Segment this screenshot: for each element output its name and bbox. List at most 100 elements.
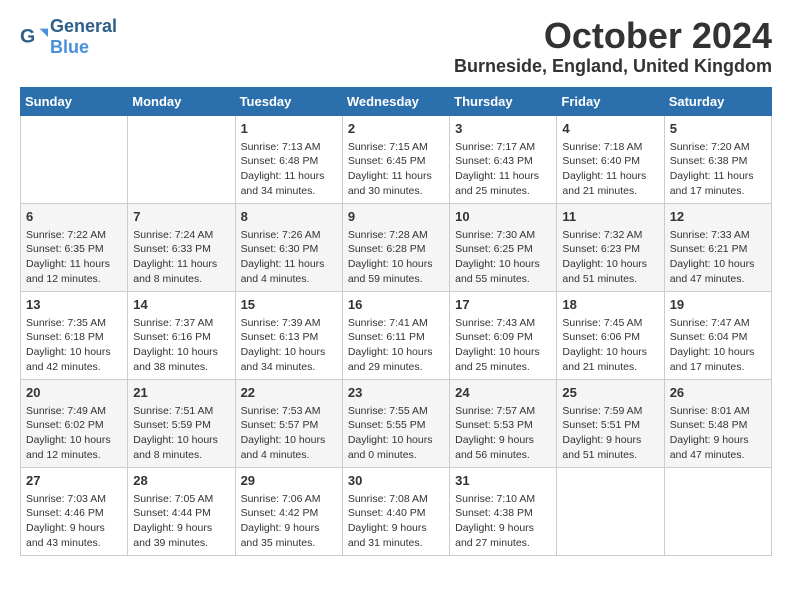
calendar-cell (557, 467, 664, 555)
calendar-cell (664, 467, 771, 555)
calendar-table: Sunday Monday Tuesday Wednesday Thursday… (20, 87, 772, 556)
day-number: 28 (133, 472, 229, 490)
calendar-cell: 22 Sunrise: 7:53 AMSunset: 5:57 PMDayligh… (235, 379, 342, 467)
day-number: 10 (455, 208, 551, 226)
day-detail: Sunrise: 7:22 AMSunset: 6:35 PMDaylight:… (26, 228, 122, 287)
location-title: Burneside, England, United Kingdom (454, 56, 772, 77)
calendar-week-row: 20 Sunrise: 7:49 AMSunset: 6:02 PMDayligh… (21, 379, 772, 467)
day-detail: Sunrise: 7:59 AMSunset: 5:51 PMDaylight:… (562, 404, 658, 463)
day-number: 25 (562, 384, 658, 402)
calendar-cell: 6 Sunrise: 7:22 AMSunset: 6:35 PMDaylight… (21, 203, 128, 291)
calendar-cell: 20 Sunrise: 7:49 AMSunset: 6:02 PMDayligh… (21, 379, 128, 467)
day-detail: Sunrise: 7:13 AMSunset: 6:48 PMDaylight:… (241, 140, 337, 199)
day-detail: Sunrise: 7:57 AMSunset: 5:53 PMDaylight:… (455, 404, 551, 463)
calendar-cell: 2 Sunrise: 7:15 AMSunset: 6:45 PMDaylight… (342, 115, 449, 203)
day-number: 12 (670, 208, 766, 226)
day-number: 3 (455, 120, 551, 138)
calendar-cell: 17Sunrise: 7:43 AMSunset: 6:09 PMDayligh… (450, 291, 557, 379)
day-detail: Sunrise: 7:43 AMSunset: 6:09 PMDaylight:… (455, 316, 551, 375)
page-header: G General Blue October 2024 Burneside, E… (20, 16, 772, 77)
day-detail: Sunrise: 7:20 AMSunset: 6:38 PMDaylight:… (670, 140, 766, 199)
calendar-cell (128, 115, 235, 203)
col-friday: Friday (557, 87, 664, 115)
day-detail: Sunrise: 7:35 AMSunset: 6:18 PMDaylight:… (26, 316, 122, 375)
day-number: 22 (241, 384, 337, 402)
day-number: 5 (670, 120, 766, 138)
calendar-cell: 28Sunrise: 7:05 AMSunset: 4:44 PMDayligh… (128, 467, 235, 555)
day-number: 1 (241, 120, 337, 138)
day-number: 8 (241, 208, 337, 226)
calendar-cell: 14Sunrise: 7:37 AMSunset: 6:16 PMDayligh… (128, 291, 235, 379)
day-number: 16 (348, 296, 444, 314)
col-thursday: Thursday (450, 87, 557, 115)
month-title: October 2024 (454, 16, 772, 56)
day-number: 23 (348, 384, 444, 402)
day-number: 14 (133, 296, 229, 314)
calendar-cell: 12 Sunrise: 7:33 AMSunset: 6:21 PMDayligh… (664, 203, 771, 291)
logo-icon: G (20, 23, 48, 51)
day-detail: Sunrise: 7:32 AMSunset: 6:23 PMDaylight:… (562, 228, 658, 287)
day-detail: Sunrise: 7:06 AMSunset: 4:42 PMDaylight:… (241, 492, 337, 551)
svg-text:G: G (20, 26, 35, 48)
day-detail: Sunrise: 7:08 AMSunset: 4:40 PMDaylight:… (348, 492, 444, 551)
day-number: 4 (562, 120, 658, 138)
day-number: 11 (562, 208, 658, 226)
calendar-cell: 4Sunrise: 7:18 AMSunset: 6:40 PMDaylight… (557, 115, 664, 203)
col-tuesday: Tuesday (235, 87, 342, 115)
day-detail: Sunrise: 7:55 AMSunset: 5:55 PMDaylight:… (348, 404, 444, 463)
day-detail: Sunrise: 7:49 AMSunset: 6:02 PMDaylight:… (26, 404, 122, 463)
day-detail: Sunrise: 8:01 AMSunset: 5:48 PMDaylight:… (670, 404, 766, 463)
col-wednesday: Wednesday (342, 87, 449, 115)
day-detail: Sunrise: 7:10 AMSunset: 4:38 PMDaylight:… (455, 492, 551, 551)
day-number: 21 (133, 384, 229, 402)
calendar-cell: 8Sunrise: 7:26 AMSunset: 6:30 PMDaylight… (235, 203, 342, 291)
day-number: 9 (348, 208, 444, 226)
calendar-week-row: 1 Sunrise: 7:13 AMSunset: 6:48 PMDaylight… (21, 115, 772, 203)
day-number: 24 (455, 384, 551, 402)
day-number: 18 (562, 296, 658, 314)
col-sunday: Sunday (21, 87, 128, 115)
day-number: 19 (670, 296, 766, 314)
day-detail: Sunrise: 7:53 AMSunset: 5:57 PMDaylight:… (241, 404, 337, 463)
day-number: 30 (348, 472, 444, 490)
calendar-cell: 18 Sunrise: 7:45 AMSunset: 6:06 PMDayligh… (557, 291, 664, 379)
calendar-week-row: 13 Sunrise: 7:35 AMSunset: 6:18 PMDayligh… (21, 291, 772, 379)
day-detail: Sunrise: 7:15 AMSunset: 6:45 PMDaylight:… (348, 140, 444, 199)
calendar-cell: 24 Sunrise: 7:57 AMSunset: 5:53 PMDayligh… (450, 379, 557, 467)
calendar-cell: 27Sunrise: 7:03 AMSunset: 4:46 PMDayligh… (21, 467, 128, 555)
calendar-cell: 30 Sunrise: 7:08 AMSunset: 4:40 PMDayligh… (342, 467, 449, 555)
calendar-cell: 23 Sunrise: 7:55 AMSunset: 5:55 PMDayligh… (342, 379, 449, 467)
calendar-cell: 1 Sunrise: 7:13 AMSunset: 6:48 PMDaylight… (235, 115, 342, 203)
calendar-cell: 26 Sunrise: 8:01 AMSunset: 5:48 PMDayligh… (664, 379, 771, 467)
calendar-cell: 3 Sunrise: 7:17 AMSunset: 6:43 PMDaylight… (450, 115, 557, 203)
day-detail: Sunrise: 7:33 AMSunset: 6:21 PMDaylight:… (670, 228, 766, 287)
logo: G General Blue (20, 16, 117, 58)
day-detail: Sunrise: 7:51 AMSunset: 5:59 PMDaylight:… (133, 404, 229, 463)
calendar-cell: 21 Sunrise: 7:51 AMSunset: 5:59 PMDayligh… (128, 379, 235, 467)
col-monday: Monday (128, 87, 235, 115)
calendar-cell: 13 Sunrise: 7:35 AMSunset: 6:18 PMDayligh… (21, 291, 128, 379)
calendar-cell: 25 Sunrise: 7:59 AMSunset: 5:51 PMDayligh… (557, 379, 664, 467)
calendar-cell: 29Sunrise: 7:06 AMSunset: 4:42 PMDayligh… (235, 467, 342, 555)
day-number: 15 (241, 296, 337, 314)
day-detail: Sunrise: 7:39 AMSunset: 6:13 PMDaylight:… (241, 316, 337, 375)
calendar-header-row: Sunday Monday Tuesday Wednesday Thursday… (21, 87, 772, 115)
title-section: October 2024 Burneside, England, United … (454, 16, 772, 77)
day-number: 13 (26, 296, 122, 314)
day-number: 2 (348, 120, 444, 138)
day-number: 7 (133, 208, 229, 226)
calendar-cell: 16Sunrise: 7:41 AMSunset: 6:11 PMDayligh… (342, 291, 449, 379)
day-number: 6 (26, 208, 122, 226)
day-number: 20 (26, 384, 122, 402)
calendar-cell: 5 Sunrise: 7:20 AMSunset: 6:38 PMDaylight… (664, 115, 771, 203)
calendar-cell: 15 Sunrise: 7:39 AMSunset: 6:13 PMDayligh… (235, 291, 342, 379)
calendar-week-row: 27Sunrise: 7:03 AMSunset: 4:46 PMDayligh… (21, 467, 772, 555)
logo-blue: Blue (50, 37, 89, 57)
calendar-cell: 31Sunrise: 7:10 AMSunset: 4:38 PMDayligh… (450, 467, 557, 555)
day-detail: Sunrise: 7:17 AMSunset: 6:43 PMDaylight:… (455, 140, 551, 199)
day-detail: Sunrise: 7:03 AMSunset: 4:46 PMDaylight:… (26, 492, 122, 551)
calendar-cell: 19Sunrise: 7:47 AMSunset: 6:04 PMDayligh… (664, 291, 771, 379)
day-detail: Sunrise: 7:45 AMSunset: 6:06 PMDaylight:… (562, 316, 658, 375)
calendar-week-row: 6 Sunrise: 7:22 AMSunset: 6:35 PMDaylight… (21, 203, 772, 291)
day-number: 26 (670, 384, 766, 402)
